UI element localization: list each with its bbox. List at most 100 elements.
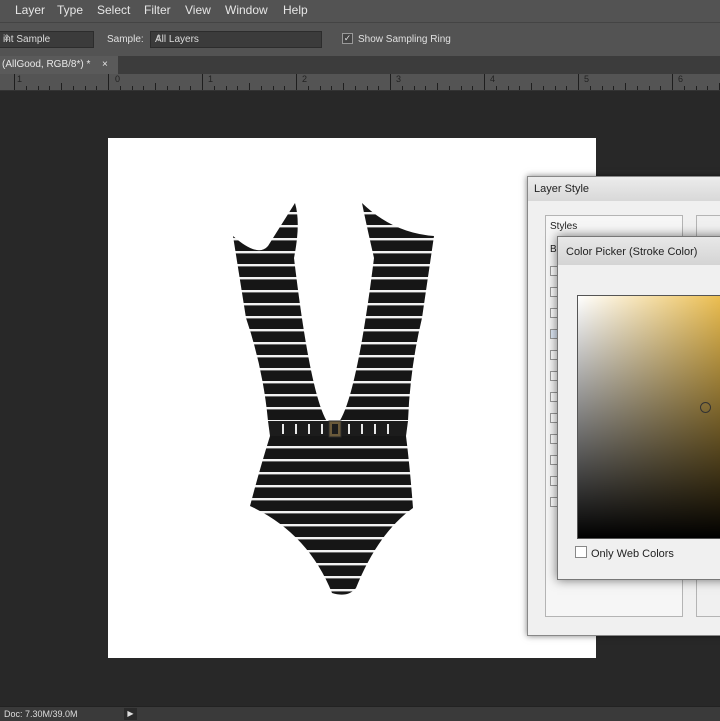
ruler-tick <box>61 83 62 90</box>
ruler-tick <box>367 86 368 90</box>
menu-filter[interactable]: Filter <box>144 3 171 17</box>
ruler-label: 0 <box>115 74 121 84</box>
ruler-tick <box>214 86 215 90</box>
dropdown-arrows-icon: ⇕ <box>155 33 163 43</box>
show-ring-checkbox[interactable]: ✓ <box>342 33 353 44</box>
ruler-tick <box>649 86 650 90</box>
show-ring-label: Show Sampling Ring <box>358 34 451 45</box>
ruler-label: 5 <box>584 74 590 84</box>
menu-layer[interactable]: Layer <box>15 3 45 17</box>
ruler-tick <box>190 86 191 90</box>
ruler-tick <box>425 86 426 90</box>
color-field[interactable] <box>577 295 720 539</box>
color-marker[interactable] <box>700 402 711 413</box>
menu-window[interactable]: Window <box>225 3 268 17</box>
ruler-tick <box>472 86 473 90</box>
document-tab-title: (AllGood, RGB/8*) * <box>2 59 91 70</box>
document-canvas[interactable] <box>108 138 596 658</box>
ruler-tick <box>237 86 238 90</box>
ruler-tick <box>707 86 708 90</box>
only-web-colors-label: Only Web Colors <box>591 548 674 560</box>
horizontal-ruler: 1 0 1 2 3 4 5 6 <box>0 74 720 91</box>
ruler-tick <box>543 86 544 90</box>
ruler-tick <box>566 86 567 90</box>
ruler-tick <box>613 86 614 90</box>
ruler-tick <box>202 74 203 90</box>
ruler-tick <box>73 86 74 90</box>
ruler-tick <box>155 83 156 90</box>
ruler-tick <box>684 86 685 90</box>
ruler-tick <box>484 74 485 90</box>
close-icon[interactable]: × <box>102 59 108 70</box>
ruler-tick <box>249 83 250 90</box>
ruler-tick <box>26 86 27 90</box>
menu-select[interactable]: Select <box>97 3 130 17</box>
ruler-tick <box>308 86 309 90</box>
ruler-tick <box>120 86 121 90</box>
styles-header: Styles <box>550 221 578 232</box>
ruler-tick <box>625 83 626 90</box>
menu-help[interactable]: Help <box>283 3 308 17</box>
status-menu-arrow-icon[interactable]: ▶ <box>124 708 137 720</box>
ruler-tick <box>390 74 391 90</box>
ruler-label: 1 <box>208 74 214 84</box>
ruler-tick <box>531 83 532 90</box>
menu-type[interactable]: Type <box>57 3 83 17</box>
ruler-tick <box>108 74 109 90</box>
layer-style-title: Layer Style <box>534 183 590 195</box>
ruler-tick <box>555 86 556 90</box>
ruler-label: 6 <box>678 74 684 84</box>
ruler-tick <box>167 86 168 90</box>
ruler-tick <box>85 86 86 90</box>
options-bar: int Sample ⇕ Sample: All Layers ⇕ ✓ Show… <box>0 22 720 58</box>
ruler-tick <box>49 86 50 90</box>
swimsuit-image <box>233 203 434 595</box>
ruler-tick <box>226 86 227 90</box>
ruler-tick <box>402 86 403 90</box>
color-picker-titlebar[interactable]: Color Picker (Stroke Color) <box>558 237 720 265</box>
document-tab[interactable]: (AllGood, RGB/8*) * × <box>0 56 118 74</box>
ruler-tick <box>496 86 497 90</box>
ruler-tick <box>602 86 603 90</box>
ruler-tick <box>378 86 379 90</box>
ruler-tick <box>449 86 450 90</box>
ruler-tick <box>179 86 180 90</box>
only-web-colors-checkbox[interactable] <box>575 546 587 558</box>
ruler-tick <box>578 74 579 90</box>
sample-size-select[interactable]: int Sample ⇕ <box>0 31 94 48</box>
ruler-tick <box>660 86 661 90</box>
ruler-tick <box>273 86 274 90</box>
menu-view[interactable]: View <box>185 3 211 17</box>
ruler-tick <box>284 86 285 90</box>
ruler-tick <box>437 83 438 90</box>
dropdown-arrows-icon: ⇕ <box>3 33 11 43</box>
ruler-label: 2 <box>302 74 308 84</box>
ruler-tick <box>508 86 509 90</box>
ruler-label: 1 <box>17 74 23 84</box>
ruler-tick <box>343 83 344 90</box>
ruler-tick <box>38 86 39 90</box>
ruler-tick <box>261 86 262 90</box>
ruler-tick <box>96 86 97 90</box>
sample-label: Sample: <box>107 34 144 45</box>
ruler-tick <box>132 86 133 90</box>
ruler-tick <box>672 74 673 90</box>
check-icon: ✓ <box>343 33 352 43</box>
only-web-colors-option[interactable]: Only Web Colors <box>575 546 674 560</box>
ruler-tick <box>414 86 415 90</box>
document-tab-bar: (AllGood, RGB/8*) * × <box>0 56 720 74</box>
ruler-tick <box>14 74 15 90</box>
ruler-tick <box>590 86 591 90</box>
ruler-tick <box>320 86 321 90</box>
color-picker-title: Color Picker (Stroke Color) <box>566 246 698 258</box>
ruler-tick <box>696 86 697 90</box>
ruler-tick <box>637 86 638 90</box>
color-picker-dialog[interactable]: Color Picker (Stroke Color) Only Web Col… <box>557 236 720 580</box>
sample-select[interactable]: All Layers ⇕ <box>150 31 322 48</box>
ruler-tick <box>296 74 297 90</box>
status-bar: Doc: 7.30M/39.0M ▶ <box>0 706 720 721</box>
ruler-label: 4 <box>490 74 496 84</box>
ruler-tick <box>355 86 356 90</box>
layer-style-titlebar[interactable]: Layer Style <box>528 177 720 201</box>
ruler-tick <box>143 86 144 90</box>
